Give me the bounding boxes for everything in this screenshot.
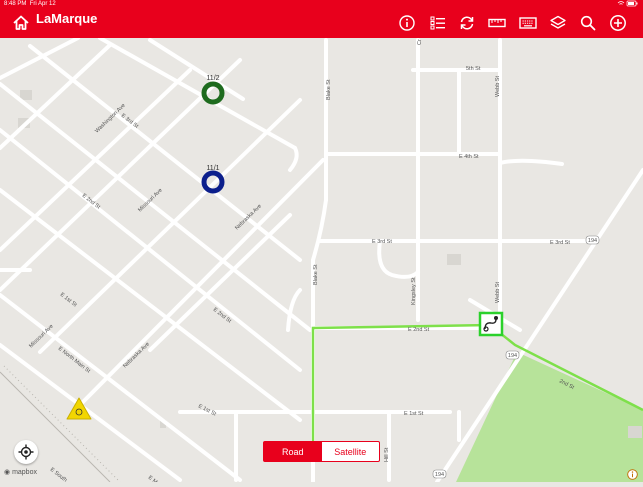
marker-route-end[interactable] [478,311,504,337]
status-date: Fri Apr 12 [29,1,56,7]
street-label-3rd: E 3rd St [372,239,392,245]
street-label-hill: Hill St [384,447,390,462]
keyboard-icon [519,17,537,29]
list-button[interactable] [426,11,450,35]
attribution-info-button[interactable] [627,467,638,480]
refresh-button[interactable] [455,11,479,35]
status-time-date: 8:48 PM Fri Apr 12 [4,0,56,8]
layers-icon [550,15,566,29]
locate-button[interactable] [14,440,38,464]
ruler-button[interactable] [485,11,509,35]
satellite-view-button[interactable]: Satellite [322,442,380,461]
status-time: 8:48 PM [4,1,27,7]
add-icon [610,15,626,31]
list-icon [430,16,445,30]
street-label-webb: Webb St [495,76,501,97]
locate-icon [18,444,34,460]
street-label-blake: Blake St [326,79,332,100]
keyboard-button[interactable] [516,11,540,35]
status-bar: 8:48 PM Fri Apr 12 [0,0,643,8]
highway-shield-2-label: 194 [508,353,517,359]
search-icon [580,15,596,31]
street-label-cr: Cr [417,39,423,45]
route-icon-end [494,316,498,320]
street-label-3rd-east: E 3rd St [550,240,570,246]
highway-shield-3-label: 194 [435,472,444,478]
mapbox-logo-text: mapbox [12,469,37,476]
street-label-webb-south: Webb St [495,282,501,303]
layers-button[interactable] [546,11,570,35]
add-button[interactable] [606,11,630,35]
street-label-1st-east: E 1st St [404,411,424,417]
battery-icon [617,0,638,7]
map-style-toggle: Road Satellite [263,441,380,462]
home-icon [13,15,29,30]
mapbox-glyph-icon: ◉ [4,469,11,476]
highway-shield-1-label: 194 [588,238,597,244]
page-title: LaMarque [36,11,98,26]
app-header: LaMarque [0,8,643,38]
search-button[interactable] [576,11,600,35]
marker-label: 11/2 [206,75,219,82]
street-label-blake-south: Blake St [313,264,319,285]
road-view-button[interactable]: Road [264,442,322,461]
ruler-icon [488,18,506,28]
map-view[interactable]: 5th St E 4th St E 3rd St E 3rd St E 2nd … [0,36,643,486]
street-label-5th: 5th St [466,66,481,72]
info-icon [399,15,415,31]
info-circle-icon [627,469,638,480]
street-label-2nd: E 2nd St [408,327,430,333]
street-label-4th: E 4th St [459,154,479,160]
map-canvas[interactable]: 5th St E 4th St E 3rd St E 3rd St E 2nd … [0,36,643,486]
route-marker-box [478,311,504,337]
info-button[interactable] [395,11,419,35]
home-button[interactable] [10,12,32,34]
mapbox-logo[interactable]: ◉ mapbox [4,468,37,476]
refresh-icon [460,16,474,30]
street-label-kingsley: Kingsley St [411,277,417,305]
